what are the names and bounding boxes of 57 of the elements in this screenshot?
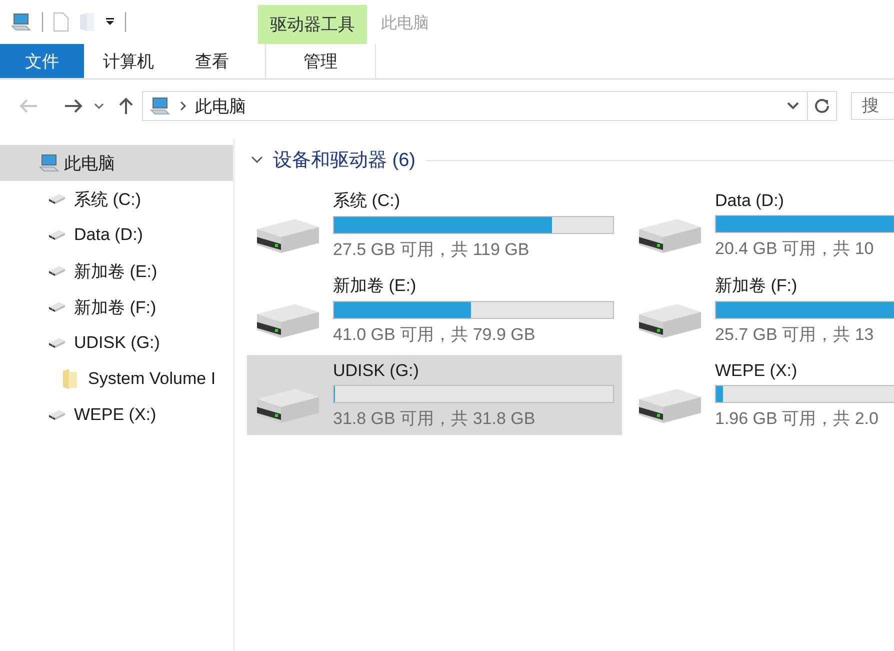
refresh-icon (814, 98, 830, 114)
drive-space-text: 25.7 GB 可用，共 13 (715, 324, 875, 346)
ribbon-tab[interactable]: 文件 (0, 44, 84, 78)
nav-item[interactable]: 此电脑 (0, 145, 233, 181)
dropdown-caret-icon (105, 17, 115, 27)
folder-icon (62, 369, 78, 389)
folder-icon (79, 12, 95, 32)
drive-icon (48, 301, 66, 313)
drive-tile[interactable]: 新加卷 (F:) 25.7 GB 可用，共 13 (629, 270, 894, 350)
address-bar[interactable]: 此电脑 (142, 91, 808, 121)
nav-item[interactable]: System Volume I (0, 361, 233, 397)
computer-icon (38, 154, 60, 172)
drive-tile[interactable]: UDISK (G:) 31.8 GB 可用，共 31.8 GB (247, 355, 622, 435)
nav-item[interactable]: WEPE (X:) (0, 397, 233, 433)
forward-arrow-icon (64, 98, 84, 114)
breadcrumb-item[interactable]: 此电脑 (195, 94, 246, 118)
drive-icon (48, 409, 66, 421)
drive-name: Data (D:) (715, 190, 785, 210)
drive-tile[interactable]: WEPE (X:) 1.96 GB 可用，共 2.0 (629, 355, 894, 435)
window-title: 此电脑 (380, 14, 429, 34)
ribbon-tab[interactable]: 计算机 (84, 44, 173, 78)
nav-item[interactable]: 新加卷 (F:) (0, 289, 233, 325)
chevron-down-icon (787, 102, 799, 110)
ribbon-tab[interactable]: 查看 (173, 44, 251, 78)
up-arrow-icon (118, 97, 134, 115)
search-field[interactable]: 搜 (851, 92, 894, 120)
nav-item[interactable]: Data (D:) (0, 217, 233, 253)
chevron-down-icon (94, 102, 104, 110)
computer-icon (149, 97, 171, 115)
drive-tile[interactable]: 系统 (C:) 27.5 GB 可用，共 119 GB (247, 185, 622, 265)
drive-icon (48, 193, 66, 205)
drive-space-text: 1.96 GB 可用，共 2.0 (715, 408, 880, 430)
drive-space-text: 41.0 GB 可用，共 79.9 GB (333, 324, 536, 346)
drive-space-text: 31.8 GB 可用，共 31.8 GB (333, 408, 536, 430)
nav-item[interactable]: 系统 (C:) (0, 181, 233, 217)
back-arrow-icon (18, 98, 38, 114)
refresh-button[interactable] (808, 91, 837, 121)
drive-name: 系统 (C:) (333, 190, 402, 212)
drive-name: WEPE (X:) (715, 360, 798, 380)
document-icon (53, 12, 69, 32)
group-header[interactable]: 设备和驱动器 (6) (273, 147, 416, 173)
drive-icon (48, 265, 66, 277)
nav-item[interactable]: UDISK (G:) (0, 325, 233, 361)
computer-icon (10, 13, 32, 31)
drive-tile[interactable]: Data (D:) 20.4 GB 可用，共 10 (629, 185, 894, 265)
drive-icon (48, 337, 66, 349)
drive-name: 新加卷 (E:) (333, 275, 418, 297)
nav-item[interactable]: 新加卷 (E:) (0, 253, 233, 289)
contextual-tab-group-label: 驱动器工具 (258, 5, 367, 44)
drive-name: UDISK (G:) (333, 360, 420, 380)
drive-tile[interactable]: 新加卷 (E:) 41.0 GB 可用，共 79.9 GB (247, 270, 622, 350)
ribbon-tab[interactable]: 管理 (265, 44, 376, 78)
drive-icon (48, 229, 66, 241)
drive-space-text: 20.4 GB 可用，共 10 (715, 238, 875, 260)
drive-space-text: 27.5 GB 可用，共 119 GB (333, 239, 530, 261)
chevron-right-icon (179, 100, 187, 112)
drive-name: 新加卷 (F:) (715, 275, 798, 297)
